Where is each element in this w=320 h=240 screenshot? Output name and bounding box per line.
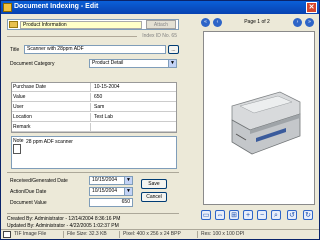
chevron-down-icon[interactable]: ▼ xyxy=(124,188,132,195)
page-indicator: Page 1 of 2 xyxy=(244,19,270,25)
note-box[interactable]: Note 28 ppm ADF scanner xyxy=(11,136,177,169)
custom-fields-grid: Purchase Date 10-15-2004 Value 650 User Sam… xyxy=(11,82,177,133)
tif-file-icon xyxy=(3,231,11,238)
document-value-input[interactable]: 650 xyxy=(89,198,133,207)
field-key: User xyxy=(13,104,24,110)
chevron-down-icon[interactable]: ▼ xyxy=(124,177,132,184)
table-row[interactable]: User Sam xyxy=(12,103,176,112)
window-title: Document Indexing - Edit xyxy=(14,3,99,10)
status-separator xyxy=(197,231,198,238)
rotate-right-icon[interactable]: ↻ xyxy=(303,210,313,220)
field-key: Location xyxy=(13,114,32,120)
zoom-out-icon[interactable]: − xyxy=(257,210,267,220)
next-page-icon[interactable]: › xyxy=(293,18,302,27)
received-date-value: 10/15/2004 xyxy=(92,177,118,183)
viewer-toolbar: ▭ ⇔ ⊞ + − ⌕ ↺ ↻ xyxy=(199,207,317,223)
table-row[interactable]: Value 650 xyxy=(12,93,176,102)
file-size-text: File Size: 32.3 KB xyxy=(67,231,107,237)
status-separator xyxy=(63,231,64,238)
status-bar: TIF Image File File Size: 32.3 KB Pixel:… xyxy=(1,229,319,239)
document-indexing-window: Document Indexing - Edit ✕ Product Infor… xyxy=(0,0,320,240)
field-value[interactable]: 10-15-2004 xyxy=(90,83,176,92)
fit-page-icon[interactable]: ▭ xyxy=(201,210,211,220)
document-preview[interactable] xyxy=(203,31,315,205)
note-icon xyxy=(13,144,21,154)
chevron-down-icon[interactable]: ▼ xyxy=(168,60,176,67)
table-row[interactable]: Purchase Date 10-15-2004 xyxy=(12,83,176,92)
divider xyxy=(7,172,179,173)
field-key: Purchase Date xyxy=(13,84,47,90)
close-button[interactable]: ✕ xyxy=(306,2,317,13)
field-key: Remark xyxy=(13,124,31,130)
last-page-icon[interactable]: » xyxy=(305,18,314,27)
received-date-picker[interactable]: 10/15/2004 ▼ xyxy=(89,176,133,185)
file-type-text: TIF Image File xyxy=(14,231,47,237)
doctype-field[interactable]: Product Information xyxy=(20,21,142,29)
table-row[interactable]: Remark xyxy=(12,123,176,132)
field-value[interactable] xyxy=(90,123,176,132)
divider xyxy=(7,213,179,214)
field-value[interactable]: Test Lab xyxy=(90,113,176,122)
action-date-picker[interactable]: 10/15/2004 ▼ xyxy=(89,187,133,196)
table-row[interactable]: Location Test Lab xyxy=(12,113,176,122)
doctype-row: Product Information Attach xyxy=(7,19,179,30)
field-value[interactable]: 650 xyxy=(90,93,176,102)
index-id-label: Index ID No. 65 xyxy=(142,33,177,39)
pixel-info-text: Pixel: 400 x 256 x 24 BPP xyxy=(123,231,181,237)
image-viewer-panel: « ‹ Page 1 of 2 › » ▭ ⇔ ⊞ + − ⌕ ↺ ↻ xyxy=(197,15,319,227)
previous-page-icon[interactable]: ‹ xyxy=(213,18,222,27)
fit-width-icon[interactable]: ⇔ xyxy=(215,210,225,220)
category-select[interactable]: Product Detail ▼ xyxy=(89,59,177,68)
title-browse-button[interactable]: ... xyxy=(168,45,179,54)
zoom-in-icon[interactable]: + xyxy=(243,210,253,220)
document-value-label: Document Value xyxy=(10,200,47,206)
title-input[interactable]: Scanner with 28ppm ADF xyxy=(24,45,166,54)
first-page-icon[interactable]: « xyxy=(201,18,210,27)
app-icon xyxy=(3,3,12,12)
group-divider xyxy=(7,36,137,37)
cancel-button[interactable]: Cancel xyxy=(141,192,167,202)
category-label: Document Category xyxy=(10,61,55,67)
status-separator xyxy=(119,231,120,238)
field-key: Value xyxy=(13,94,26,100)
rotate-left-icon[interactable]: ↺ xyxy=(287,210,297,220)
zoom-area-icon[interactable]: ⌕ xyxy=(271,210,281,220)
folder-icon xyxy=(9,21,18,28)
save-button[interactable]: Save xyxy=(141,179,167,189)
actual-size-icon[interactable]: ⊞ xyxy=(229,210,239,220)
received-date-label: Received/Generated Date xyxy=(10,178,68,184)
index-form-panel: Product Information Attach Index ID No. … xyxy=(3,15,183,229)
field-value[interactable]: Sam xyxy=(90,103,176,112)
title-bar[interactable]: Document Indexing - Edit ✕ xyxy=(1,1,319,14)
attach-button[interactable]: Attach xyxy=(146,20,176,29)
category-value: Product Detail xyxy=(92,60,124,66)
resolution-text: Res: 100 x 100 DPI xyxy=(201,231,245,237)
action-date-label: Action/Due Date xyxy=(10,189,47,195)
note-text[interactable]: 28 ppm ADF scanner xyxy=(26,139,73,145)
title-label: Title xyxy=(10,47,20,53)
scanner-image xyxy=(231,91,301,155)
created-by-text: Created By: Administrator - 12/14/2004 8… xyxy=(7,216,121,222)
action-date-value: 10/15/2004 xyxy=(92,188,118,194)
